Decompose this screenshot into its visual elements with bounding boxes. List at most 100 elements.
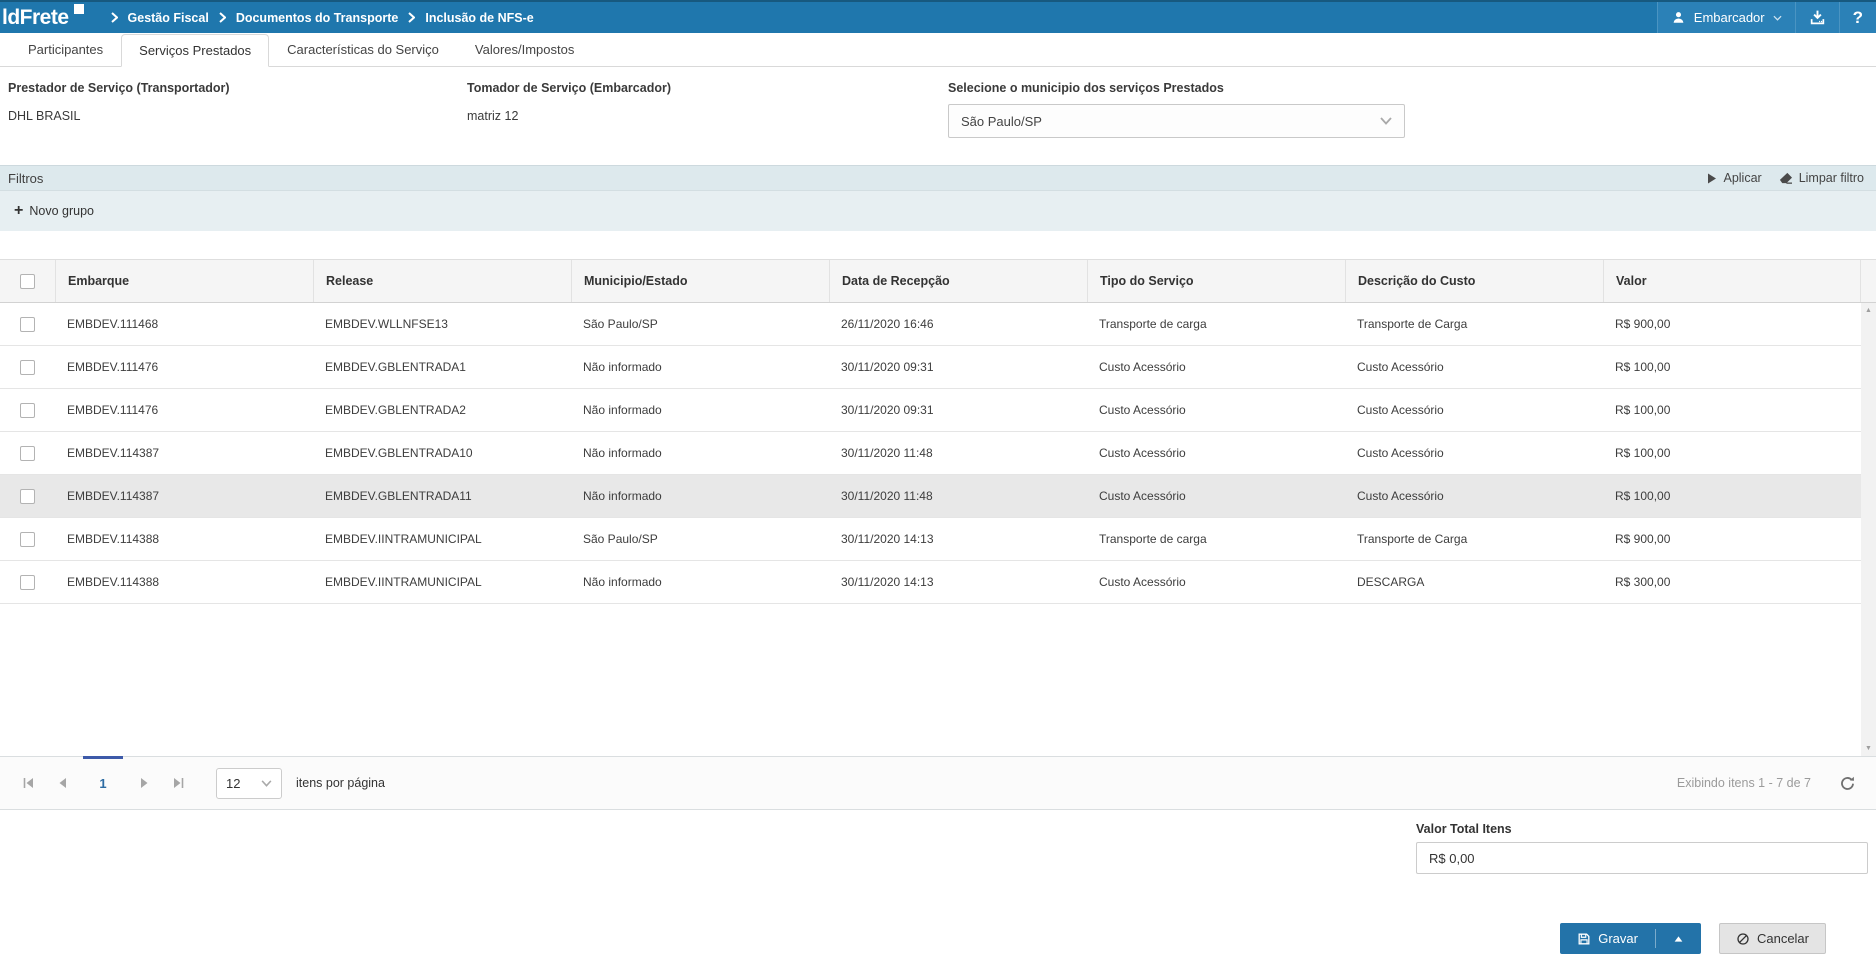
breadcrumb-item[interactable]: Inclusão de NFS-e [425, 11, 533, 25]
column-header[interactable]: Descrição do Custo [1345, 260, 1603, 302]
column-header[interactable]: Valor [1603, 260, 1861, 302]
cell-municipio-estado: Não informado [583, 575, 662, 589]
row-checkbox-cell [0, 574, 55, 590]
page-size-value: 12 [226, 775, 241, 791]
cell-data-recepcao: 26/11/2020 16:46 [841, 317, 934, 331]
filters-panel: + Novo grupo [0, 191, 1876, 231]
table-header: Embarque Release Municipio/Estado Data d… [0, 259, 1876, 303]
filters-actions: Aplicar Limpar filtro [1707, 171, 1864, 185]
save-button-label: Gravar [1598, 931, 1638, 946]
previous-page-button[interactable] [52, 777, 72, 789]
tab[interactable]: Serviços Prestados [121, 34, 270, 67]
last-page-button[interactable] [168, 777, 188, 789]
table-row[interactable]: EMBDEV.114388 EMBDEV.IINTRAMUNICIPAL Não… [0, 561, 1861, 604]
breadcrumb: Gestão Fiscal Documentos do Transporte I… [101, 11, 534, 25]
pager-right: Exibindo itens 1 - 7 de 7 [1677, 775, 1856, 792]
vertical-scrollbar[interactable] [1861, 303, 1876, 756]
cell-release: EMBDEV.GBLENTRADA10 [325, 446, 473, 460]
row-checkbox-cell [0, 402, 55, 418]
save-button[interactable]: Gravar [1560, 923, 1655, 954]
chevron-down-icon [1380, 117, 1392, 125]
municipio-select[interactable]: São Paulo/SP [948, 104, 1405, 138]
column-header[interactable]: Data de Recepção [829, 260, 1087, 302]
tab[interactable]: Participantes [10, 33, 121, 66]
cell-embarque: EMBDEV.114387 [67, 446, 160, 460]
save-options-button[interactable] [1656, 923, 1701, 954]
first-page-button[interactable] [18, 777, 38, 789]
chevron-right-icon [110, 12, 118, 23]
new-group-button[interactable]: + Novo grupo [14, 203, 94, 219]
scroll-down-icon[interactable] [1865, 745, 1872, 752]
clear-filter-label: Limpar filtro [1798, 171, 1864, 185]
clear-filter-button[interactable]: Limpar filtro [1778, 171, 1864, 185]
breadcrumb-item[interactable]: Gestão Fiscal [128, 11, 209, 25]
table-row[interactable]: EMBDEV.111476 EMBDEV.GBLENTRADA1 Não inf… [0, 346, 1861, 389]
apply-filter-label: Aplicar [1723, 171, 1762, 185]
chevron-right-icon [219, 12, 226, 23]
table-row[interactable]: EMBDEV.111476 EMBDEV.GBLENTRADA2 Não inf… [0, 389, 1861, 432]
breadcrumb-item[interactable]: Documentos do Transporte [236, 11, 399, 25]
next-page-button[interactable] [134, 777, 154, 789]
column-header[interactable]: Release [313, 260, 571, 302]
table-row[interactable]: EMBDEV.114388 EMBDEV.IINTRAMUNICIPAL São… [0, 518, 1861, 561]
cell-descricao-custo: DESCARGA [1357, 575, 1425, 589]
topbar: ldFrete Gestão Fiscal Documentos do Tran… [0, 0, 1876, 33]
save-split-button: Gravar [1560, 923, 1701, 954]
current-page-button[interactable]: 1 [86, 756, 120, 810]
cell-valor: R$ 900,00 [1615, 532, 1671, 546]
next-page-icon [140, 778, 147, 788]
table-row[interactable]: EMBDEV.114387 EMBDEV.GBLENTRADA11 Não in… [0, 475, 1861, 518]
total-input[interactable] [1416, 842, 1868, 874]
last-page-icon [173, 778, 183, 788]
cell-embarque: EMBDEV.114388 [67, 575, 160, 589]
row-checkbox[interactable] [20, 445, 35, 461]
save-icon [1578, 933, 1590, 944]
page-size-select[interactable]: 12 [216, 767, 282, 799]
chevron-down-icon [261, 779, 272, 787]
apply-filter-button[interactable]: Aplicar [1707, 171, 1762, 185]
table-row[interactable]: EMBDEV.114387 EMBDEV.GBLENTRADA10 Não in… [0, 432, 1861, 475]
tab[interactable]: Valores/Impostos [457, 33, 592, 66]
download-button[interactable] [1794, 2, 1839, 33]
row-checkbox[interactable] [20, 316, 35, 332]
items-per-page-label: itens por página [296, 776, 385, 790]
row-checkbox[interactable] [20, 402, 35, 418]
select-all-cell [0, 260, 55, 302]
refresh-button[interactable] [1839, 775, 1856, 792]
cell-data-recepcao: 30/11/2020 14:13 [841, 575, 934, 589]
first-page-icon [23, 778, 33, 788]
app-logo[interactable]: ldFrete [2, 4, 87, 28]
row-checkbox[interactable] [20, 574, 35, 590]
tab[interactable]: Características do Serviço [269, 33, 457, 66]
cell-descricao-custo: Custo Acessório [1357, 446, 1444, 460]
select-all-checkbox[interactable] [20, 273, 35, 289]
column-header[interactable]: Tipo do Serviço [1087, 260, 1345, 302]
chevron-down-icon [1773, 15, 1782, 21]
cell-descricao-custo: Custo Acessório [1357, 403, 1444, 417]
help-button[interactable]: ? [1838, 2, 1876, 33]
table-body: EMBDEV.111468 EMBDEV.WLLNFSE13 São Paulo… [0, 303, 1876, 756]
user-menu-label: Embarcador [1693, 10, 1765, 25]
cell-data-recepcao: 30/11/2020 09:31 [841, 360, 934, 374]
user-icon [1673, 12, 1684, 23]
cell-release: EMBDEV.WLLNFSE13 [325, 317, 448, 331]
cell-municipio-estado: Não informado [583, 403, 662, 417]
scroll-up-icon[interactable] [1865, 307, 1872, 314]
cell-valor: R$ 900,00 [1615, 317, 1671, 331]
column-header[interactable]: Embarque [55, 260, 313, 302]
row-checkbox[interactable] [20, 488, 35, 504]
row-checkbox-cell [0, 531, 55, 547]
filters-bar: Filtros Aplicar Limpar filtro [0, 165, 1876, 191]
cell-municipio-estado: Não informado [583, 360, 662, 374]
row-checkbox[interactable] [20, 531, 35, 547]
help-icon: ? [1852, 7, 1863, 27]
cell-embarque: EMBDEV.114388 [67, 532, 160, 546]
row-checkbox[interactable] [20, 359, 35, 375]
cell-embarque: EMBDEV.111468 [67, 317, 159, 331]
prestador-field: Prestador de Serviço (Transportador) DHL… [8, 81, 467, 165]
cancel-button[interactable]: Cancelar [1718, 923, 1826, 954]
column-header[interactable]: Municipio/Estado [571, 260, 829, 302]
user-menu[interactable]: Embarcador [1656, 2, 1795, 33]
cell-descricao-custo: Custo Acessório [1357, 489, 1444, 503]
table-row[interactable]: EMBDEV.111468 EMBDEV.WLLNFSE13 São Paulo… [0, 303, 1861, 346]
